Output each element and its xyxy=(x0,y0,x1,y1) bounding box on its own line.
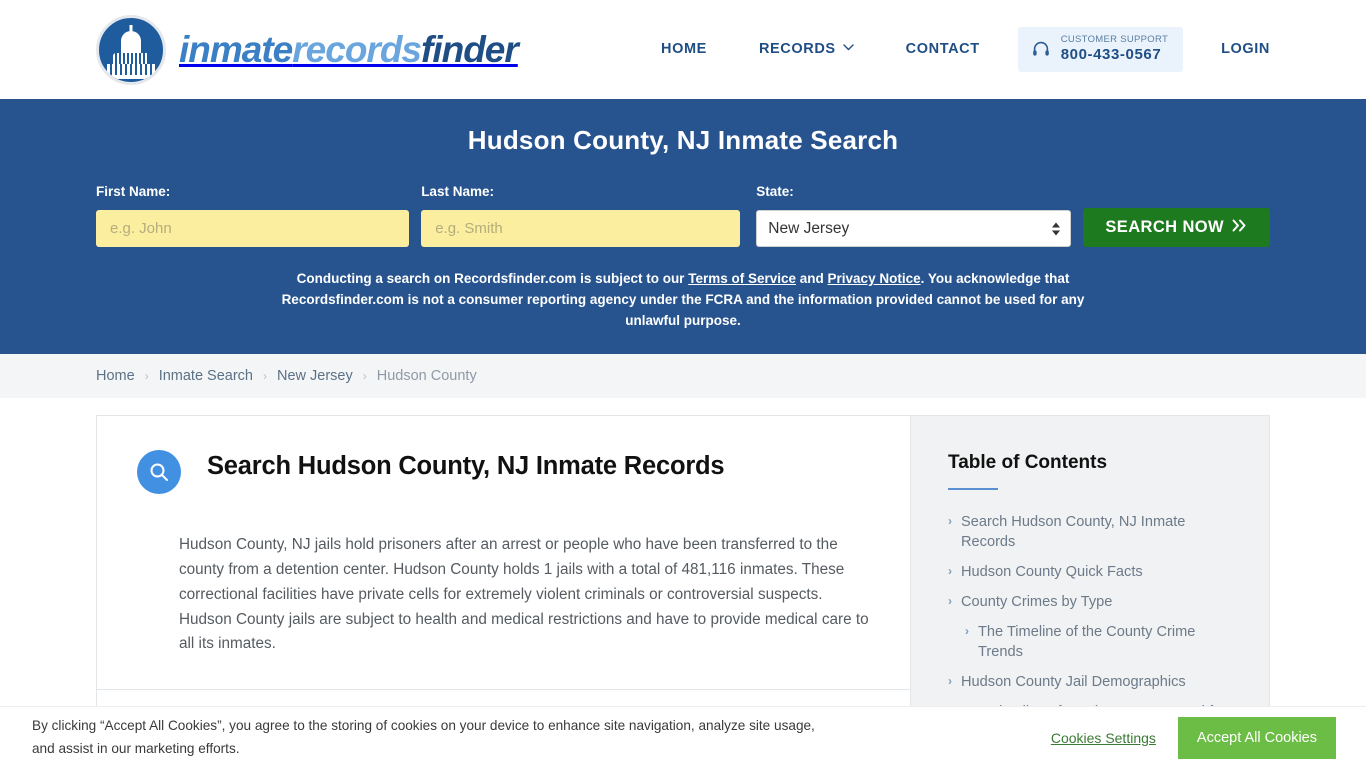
cookies-settings-button[interactable]: Cookies Settings xyxy=(1051,730,1156,746)
toc-item-search-records[interactable]: › Search Hudson County, NJ Inmate Record… xyxy=(948,512,1239,553)
toc-link-label[interactable]: Hudson County Jail Demographics xyxy=(961,672,1186,693)
accept-all-cookies-button[interactable]: Accept All Cookies xyxy=(1177,716,1336,759)
state-field-group: State: New Jersey xyxy=(756,184,1072,247)
search-now-label: SEARCH NOW xyxy=(1105,218,1224,236)
nav-records[interactable]: RECORDS xyxy=(733,41,880,57)
main-navigation: HOME RECORDS CONTACT CUSTOMER SUPPORT 80… xyxy=(635,27,1270,72)
customer-support-box[interactable]: CUSTOMER SUPPORT 800-433-0567 xyxy=(1017,27,1184,72)
disclaimer-text-2: and xyxy=(796,271,828,286)
section-1-body: Hudson County, NJ jails hold prisoners a… xyxy=(179,535,869,653)
nav-home[interactable]: HOME xyxy=(635,41,733,57)
toc-item-jail-demographics[interactable]: › Hudson County Jail Demographics xyxy=(948,672,1239,693)
privacy-notice-link[interactable]: Privacy Notice xyxy=(828,271,921,286)
chevron-down-icon xyxy=(842,44,854,54)
breadcrumb-separator-icon: › xyxy=(144,368,149,383)
terms-of-service-link[interactable]: Terms of Service xyxy=(688,271,796,286)
disclaimer-text-1: Conducting a search on Recordsfinder.com… xyxy=(296,271,689,286)
search-circle-icon xyxy=(137,449,181,494)
chevron-right-icon: › xyxy=(948,513,952,528)
page-title: Hudson County, NJ Inmate Search xyxy=(467,125,899,155)
brand-wordmark: inmaterecordsfinder xyxy=(179,28,519,71)
capitol-dome-icon xyxy=(96,14,166,85)
toc-link-label[interactable]: The Timeline of the County Crime Trends xyxy=(978,622,1239,663)
search-form: First Name: Last Name: State: New Jersey… xyxy=(96,184,1270,247)
hero-search-section: Hudson County, NJ Inmate Search First Na… xyxy=(0,99,1366,354)
search-now-button[interactable]: SEARCH NOW xyxy=(1083,208,1270,247)
toc-link-label[interactable]: County Crimes by Type xyxy=(961,592,1112,613)
first-name-field-group: First Name: xyxy=(96,184,410,247)
double-chevron-right-icon xyxy=(1232,218,1248,237)
nav-contact-label: CONTACT xyxy=(905,41,980,58)
brand-part-2: records xyxy=(292,28,422,70)
toc-underline xyxy=(948,487,998,490)
brand-part-3: finder xyxy=(421,28,519,70)
section-search-inmate-records: Search Hudson County, NJ Inmate Records … xyxy=(97,416,910,690)
toc-title: Table of Contents xyxy=(948,451,1108,473)
brand-part-1: inmate xyxy=(179,28,293,70)
site-logo[interactable]: inmaterecordsfinder xyxy=(96,14,519,85)
nav-login[interactable]: LOGIN xyxy=(1195,41,1270,57)
state-select-value: New Jersey xyxy=(768,219,850,237)
chevron-right-icon: › xyxy=(965,623,969,638)
cookie-actions: Cookies Settings Accept All Cookies xyxy=(1051,716,1336,759)
toc-link-label[interactable]: Hudson County Quick Facts xyxy=(961,562,1143,583)
breadcrumb-separator-icon: › xyxy=(362,368,367,383)
nav-login-label: LOGIN xyxy=(1221,41,1270,58)
chevron-right-icon: › xyxy=(948,564,952,579)
nav-records-label: RECORDS xyxy=(758,41,836,58)
state-select[interactable]: New Jersey xyxy=(756,210,1072,247)
breadcrumb: Home › Inmate Search › New Jersey › Huds… xyxy=(0,353,1366,398)
headset-icon xyxy=(1031,39,1051,59)
nav-home-label: HOME xyxy=(661,41,707,58)
hero-disclaimer: Conducting a search on Recordsfinder.com… xyxy=(261,269,1106,332)
breadcrumb-item-new-jersey[interactable]: New Jersey xyxy=(277,368,353,384)
first-name-label: First Name: xyxy=(96,184,171,199)
site-header: inmaterecordsfinder HOME RECORDS CONTACT xyxy=(0,0,1366,99)
section-1-title: Search Hudson County, NJ Inmate Records xyxy=(207,451,725,480)
last-name-field-group: Last Name: xyxy=(421,184,741,247)
support-label: CUSTOMER SUPPORT xyxy=(1060,34,1169,46)
toc-item-quick-facts[interactable]: › Hudson County Quick Facts xyxy=(948,562,1239,583)
breadcrumb-item-home[interactable]: Home xyxy=(96,368,135,384)
cookie-consent-banner: By clicking “Accept All Cookies”, you ag… xyxy=(0,706,1366,768)
chevron-right-icon: › xyxy=(948,593,952,608)
toc-item-county-crimes[interactable]: › County Crimes by Type xyxy=(948,592,1239,613)
breadcrumb-separator-icon: › xyxy=(263,368,267,383)
toc-item-crime-trends-timeline[interactable]: › The Timeline of the County Crime Trend… xyxy=(948,622,1239,663)
support-phone: 800-433-0567 xyxy=(1060,45,1162,63)
first-name-input[interactable] xyxy=(96,210,410,247)
breadcrumb-item-hudson-county: Hudson County xyxy=(376,367,477,384)
toc-link-label[interactable]: Search Hudson County, NJ Inmate Records xyxy=(961,512,1239,553)
chevron-right-icon: › xyxy=(948,674,952,689)
nav-contact[interactable]: CONTACT xyxy=(880,41,1006,57)
last-name-input[interactable] xyxy=(421,210,741,247)
cookie-consent-text: By clicking “Accept All Cookies”, you ag… xyxy=(32,718,815,756)
breadcrumb-item-inmate-search[interactable]: Inmate Search xyxy=(159,368,253,384)
state-label: State: xyxy=(756,184,794,199)
last-name-label: Last Name: xyxy=(421,184,494,199)
